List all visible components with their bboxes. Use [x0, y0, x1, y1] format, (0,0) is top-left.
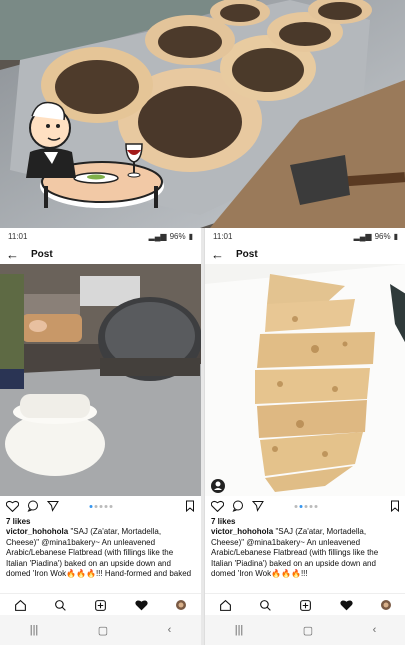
carousel-indicator — [294, 504, 317, 508]
battery-icon: ▮ — [188, 231, 193, 241]
carousel-indicator — [89, 504, 112, 508]
restaurant-photo — [0, 0, 405, 228]
caption-username[interactable]: victor_hohohola — [211, 527, 273, 536]
arrow-left-icon[interactable]: ← — [211, 247, 224, 262]
system-nav-bar: ||| ▢ ‹ — [0, 615, 201, 645]
post-caption: victor_hohohola "SAJ (Za'atar, Mortadell… — [205, 527, 405, 579]
signal-icon: ▂▄▆ — [353, 231, 372, 241]
heart-filled-icon[interactable] — [340, 599, 353, 611]
status-time: 11:01 — [8, 231, 28, 241]
like-count: 7 likes — [6, 517, 31, 526]
post-actions — [205, 496, 405, 516]
comment-icon[interactable] — [232, 500, 244, 512]
caption-username[interactable]: victor_hohohola — [6, 527, 68, 536]
recent-apps-icon[interactable]: ||| — [235, 624, 244, 636]
home-icon[interactable] — [219, 599, 232, 612]
search-icon[interactable] — [259, 599, 272, 612]
home-button-icon[interactable]: ▢ — [98, 624, 108, 637]
bookmark-icon[interactable] — [185, 500, 195, 512]
bottom-tab-bar — [0, 593, 201, 616]
search-icon[interactable] — [54, 599, 67, 612]
post-actions — [0, 496, 201, 516]
saj-oven-image — [0, 264, 201, 496]
battery-icon: ▮ — [393, 231, 398, 241]
home-button-icon[interactable]: ▢ — [303, 624, 313, 637]
system-back-icon[interactable]: ‹ — [373, 624, 377, 636]
home-icon[interactable] — [14, 599, 27, 612]
status-time: 11:01 — [213, 231, 233, 241]
recent-apps-icon[interactable]: ||| — [30, 624, 39, 636]
battery-level: 96% — [169, 231, 186, 241]
status-bar: 11:01 ▂▄▆ 96% ▮ — [205, 228, 405, 244]
avatar-icon[interactable] — [175, 599, 187, 611]
post-header: ← Post — [0, 244, 201, 264]
system-nav-bar: ||| ▢ ‹ — [205, 615, 405, 645]
left-post-screen: 11:01 ▂▄▆ 96% ▮ ← Post 7 likes victor_ho… — [0, 228, 201, 645]
post-caption: victor_hohohola "SAJ (Za'atar, Mortadell… — [0, 527, 201, 579]
bookmark-icon[interactable] — [390, 500, 400, 512]
right-post-screen: 11:01 ▂▄▆ 96% ▮ ← Post 7 likes victor_ho… — [204, 228, 405, 645]
status-bar: 11:01 ▂▄▆ 96% ▮ — [0, 228, 201, 244]
comment-icon[interactable] — [27, 500, 39, 512]
post-image[interactable] — [205, 264, 405, 496]
heart-icon[interactable] — [6, 500, 19, 512]
avatar-icon[interactable] — [380, 599, 392, 611]
send-icon[interactable] — [47, 500, 59, 512]
system-back-icon[interactable]: ‹ — [168, 624, 172, 636]
send-icon[interactable] — [252, 500, 264, 512]
page-title: Post — [236, 248, 258, 260]
diner-logo — [26, 101, 164, 208]
saj-flatbread-image — [205, 264, 405, 496]
add-post-icon[interactable] — [94, 599, 107, 612]
like-count: 7 likes — [211, 517, 236, 526]
heart-icon[interactable] — [211, 500, 224, 512]
signal-icon: ▂▄▆ — [148, 231, 167, 241]
battery-level: 96% — [374, 231, 391, 241]
page-title: Post — [31, 248, 53, 260]
arrow-left-icon[interactable]: ← — [6, 247, 19, 262]
post-header: ← Post — [205, 244, 405, 264]
heart-filled-icon[interactable] — [135, 599, 148, 611]
add-post-icon[interactable] — [299, 599, 312, 612]
post-image[interactable] — [0, 264, 201, 496]
bottom-tab-bar — [205, 593, 405, 616]
